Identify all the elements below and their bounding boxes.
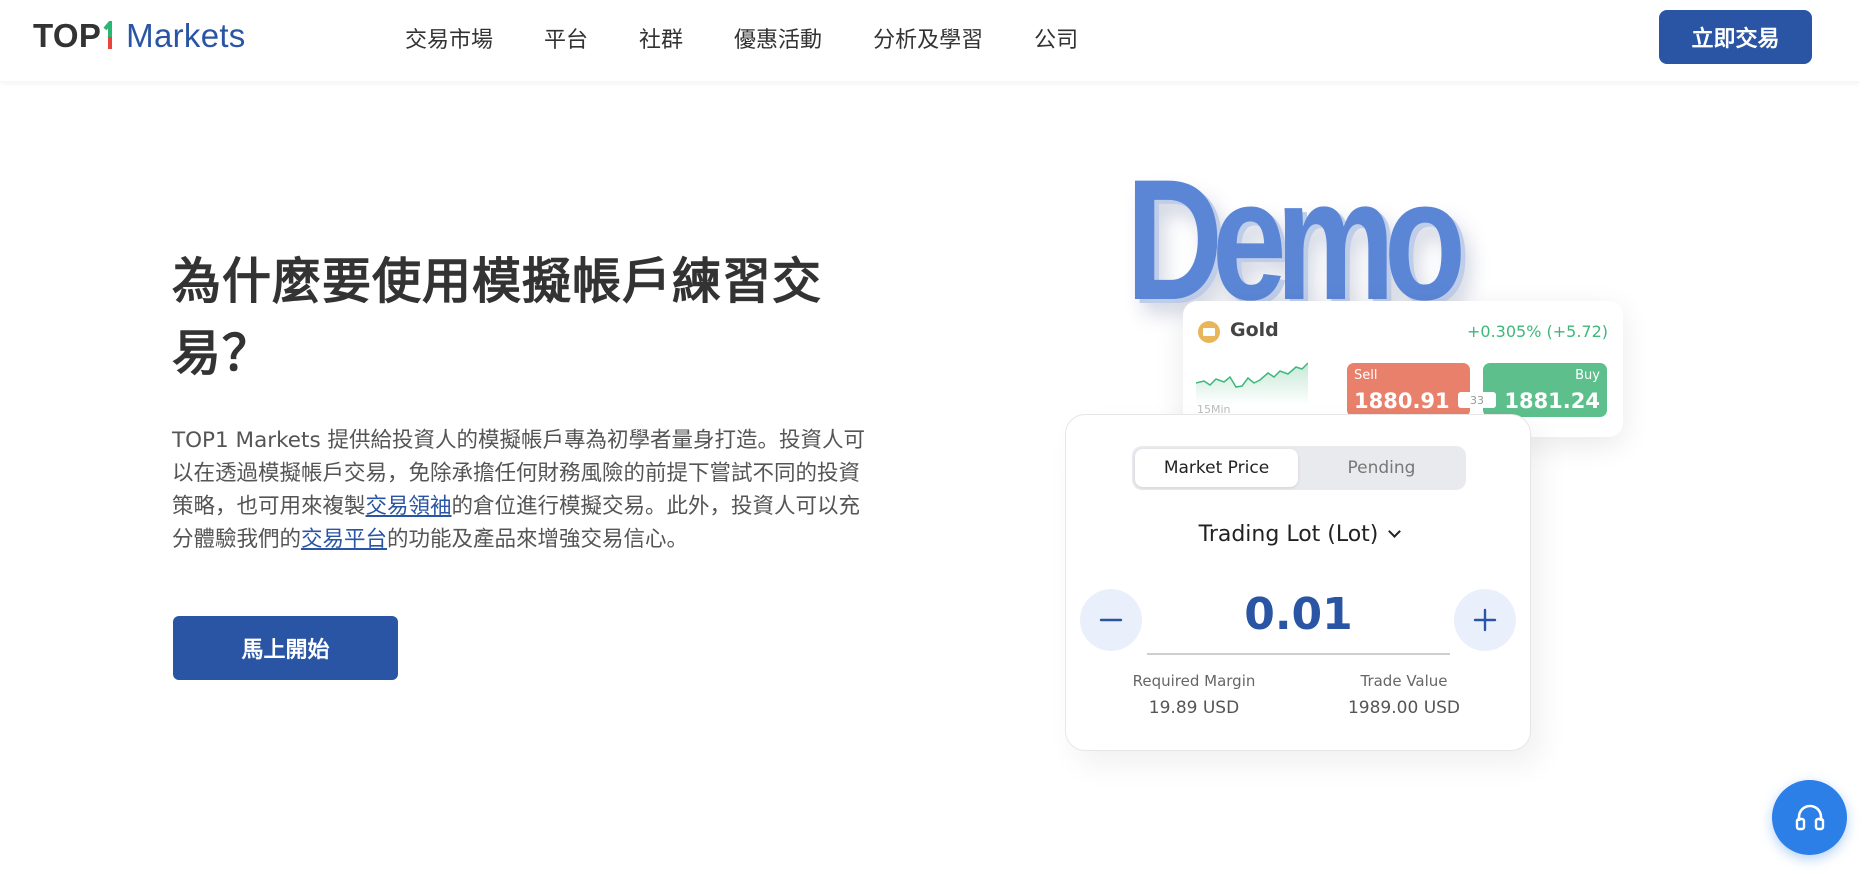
trade-leaders-link[interactable]: 交易領袖	[366, 494, 452, 519]
nav-item-analysis-learning[interactable]: 分析及學習	[873, 24, 983, 58]
trading-platform-link[interactable]: 交易平台	[301, 527, 387, 552]
nav-item-promotions[interactable]: 優惠活動	[734, 24, 822, 58]
required-margin-label: Required Margin	[1132, 672, 1256, 690]
tab-pending[interactable]: Pending	[1300, 449, 1463, 487]
logo-top-text: TOP	[33, 17, 102, 54]
intro-paragraph: TOP1 Markets 提供給投資人的模擬帳戶專為初學者量身打造。投資人可以在…	[172, 424, 877, 556]
nav-item-company[interactable]: 公司	[1034, 24, 1078, 58]
trade-now-button[interactable]: 立即交易	[1659, 10, 1812, 64]
plus-icon	[1473, 608, 1497, 632]
lot-input-underline	[1147, 653, 1450, 655]
increase-lot-button[interactable]	[1454, 589, 1516, 651]
headset-icon	[1795, 804, 1824, 830]
buy-price: 1881.24	[1504, 389, 1600, 413]
logo-one-mark	[102, 21, 116, 51]
intro-text-3: 的功能及產品來增強交易信心。	[387, 527, 689, 552]
brand-logo[interactable]: TOP Markets	[33, 16, 246, 56]
customer-support-button[interactable]	[1772, 780, 1847, 855]
sell-button[interactable]: Sell 1880.91	[1347, 363, 1470, 417]
logo-markets-text: Markets	[126, 17, 246, 54]
order-ticket-card: Market Price Pending Trading Lot (Lot) 0…	[1065, 414, 1531, 751]
gold-coin-icon	[1198, 321, 1220, 343]
main-nav: 交易市場 平台 社群 優惠活動 分析及學習 公司	[405, 24, 1129, 58]
nav-item-community[interactable]: 社群	[639, 24, 683, 58]
buy-label: Buy	[1575, 368, 1600, 383]
chevron-down-icon	[1388, 525, 1402, 538]
trade-value-value: 1989.00 USD	[1347, 698, 1461, 718]
trading-lot-dropdown[interactable]: Trading Lot (Lot)	[1066, 522, 1532, 547]
page-title: 為什麼要使用模擬帳戶練習交易？	[172, 253, 823, 382]
buy-button[interactable]: Buy 1881.24	[1483, 363, 1607, 417]
tab-market-price[interactable]: Market Price	[1135, 449, 1298, 487]
price-change: +0.305% (+5.72)	[1466, 322, 1608, 341]
trade-value-label: Trade Value	[1360, 672, 1448, 690]
start-now-button[interactable]: 馬上開始	[173, 616, 398, 680]
nav-item-platform[interactable]: 平台	[544, 24, 588, 58]
sell-price: 1880.91	[1354, 389, 1450, 413]
required-margin-value: 19.89 USD	[1148, 698, 1240, 718]
trading-lot-label: Trading Lot (Lot)	[1198, 522, 1379, 547]
site-header: TOP Markets 交易市場 平台 社群 優惠活動 分析及學習 公司 立即交…	[0, 0, 1860, 81]
decrease-lot-button[interactable]	[1080, 589, 1142, 651]
symbol-name: Gold	[1230, 319, 1279, 341]
nav-item-markets[interactable]: 交易市場	[405, 24, 493, 58]
spread-badge: 33	[1458, 392, 1496, 408]
price-sparkline	[1196, 362, 1308, 405]
order-type-segmented-control: Market Price Pending	[1132, 446, 1466, 490]
minus-icon	[1099, 618, 1123, 622]
logo-one-icon	[103, 21, 113, 49]
lot-value[interactable]: 0.01	[1147, 585, 1450, 645]
sell-label: Sell	[1354, 368, 1378, 383]
